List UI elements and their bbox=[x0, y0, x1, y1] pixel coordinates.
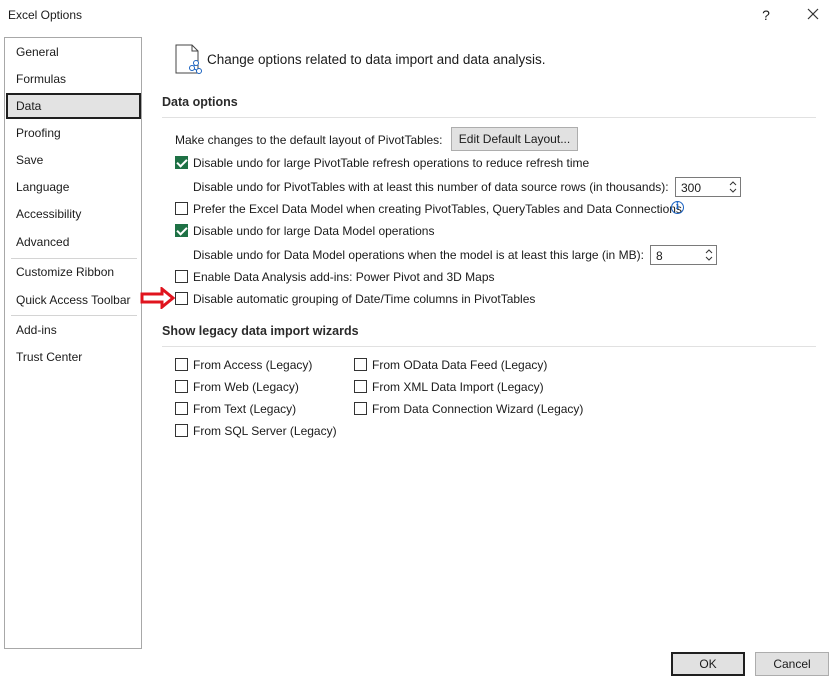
sidebar-item-accessibility[interactable]: Accessibility bbox=[5, 201, 141, 227]
pivot-rows-label: Disable undo for PivotTables with at lea… bbox=[193, 180, 669, 194]
prefer-data-model-checkbox[interactable] bbox=[175, 202, 188, 215]
sidebar-item-trust-center[interactable]: Trust Center bbox=[5, 344, 141, 370]
sidebar-item-add-ins[interactable]: Add-ins bbox=[5, 317, 141, 343]
from-access-label: From Access (Legacy) bbox=[193, 358, 313, 372]
annotation-arrow-icon bbox=[140, 287, 176, 309]
cancel-button[interactable]: Cancel bbox=[755, 652, 829, 676]
sidebar-item-language[interactable]: Language bbox=[5, 174, 141, 200]
sidebar-item-general[interactable]: General bbox=[5, 39, 141, 65]
sidebar-item-data[interactable]: Data bbox=[6, 93, 141, 119]
title-bar: Excel Options ? bbox=[0, 0, 837, 30]
info-icon[interactable]: i bbox=[671, 201, 684, 214]
sidebar-item-save[interactable]: Save bbox=[5, 147, 141, 173]
from-access-checkbox[interactable] bbox=[175, 358, 188, 371]
sidebar-item-advanced[interactable]: Advanced bbox=[5, 229, 141, 255]
window-title: Excel Options bbox=[8, 8, 83, 22]
sidebar: General Formulas Data Proofing Save Lang… bbox=[4, 37, 142, 649]
section-divider bbox=[162, 117, 816, 118]
sidebar-item-quick-access-toolbar[interactable]: Quick Access Toolbar bbox=[5, 287, 141, 313]
sidebar-item-proofing[interactable]: Proofing bbox=[5, 120, 141, 146]
from-sql-server-label: From SQL Server (Legacy) bbox=[193, 424, 337, 438]
from-data-connection-wizard-label: From Data Connection Wizard (Legacy) bbox=[372, 402, 584, 416]
close-button[interactable] bbox=[800, 4, 826, 26]
from-text-checkbox[interactable] bbox=[175, 402, 188, 415]
help-button[interactable]: ? bbox=[754, 4, 778, 26]
enable-addins-label: Enable Data Analysis add-ins: Power Pivo… bbox=[193, 270, 495, 284]
from-xml-checkbox[interactable] bbox=[354, 380, 367, 393]
disable-undo-pivot-checkbox[interactable] bbox=[175, 156, 188, 169]
prefer-data-model-label: Prefer the Excel Data Model when creatin… bbox=[193, 202, 682, 216]
pivot-rows-value: 300 bbox=[681, 181, 702, 195]
sidebar-divider bbox=[11, 315, 137, 316]
disable-grouping-label: Disable automatic grouping of Date/Time … bbox=[193, 292, 536, 306]
data-options-heading: Data options bbox=[162, 95, 238, 109]
spinner-arrows-icon[interactable] bbox=[704, 247, 714, 263]
from-web-label: From Web (Legacy) bbox=[193, 380, 299, 394]
edit-default-layout-button[interactable]: Edit Default Layout... bbox=[451, 127, 578, 151]
disable-undo-model-label: Disable undo for large Data Model operat… bbox=[193, 224, 435, 238]
close-icon bbox=[807, 8, 819, 20]
from-data-connection-wizard-checkbox[interactable] bbox=[354, 402, 367, 415]
disable-undo-pivot-label: Disable undo for large PivotTable refres… bbox=[193, 156, 590, 170]
model-size-value: 8 bbox=[656, 249, 663, 263]
model-size-label: Disable undo for Data Model operations w… bbox=[193, 248, 644, 262]
model-size-spinner[interactable]: 8 bbox=[650, 245, 717, 265]
legacy-wizards-heading: Show legacy data import wizards bbox=[162, 324, 359, 338]
enable-addins-checkbox[interactable] bbox=[175, 270, 188, 283]
from-odata-checkbox[interactable] bbox=[354, 358, 367, 371]
disable-undo-model-checkbox[interactable] bbox=[175, 224, 188, 237]
from-xml-label: From XML Data Import (Legacy) bbox=[372, 380, 544, 394]
from-odata-label: From OData Data Feed (Legacy) bbox=[372, 358, 548, 372]
from-web-checkbox[interactable] bbox=[175, 380, 188, 393]
from-text-label: From Text (Legacy) bbox=[193, 402, 297, 416]
page-description: Change options related to data import an… bbox=[207, 52, 546, 67]
sidebar-item-formulas[interactable]: Formulas bbox=[5, 66, 141, 92]
document-data-icon bbox=[175, 44, 202, 74]
ok-button[interactable]: OK bbox=[671, 652, 745, 676]
disable-grouping-checkbox[interactable] bbox=[175, 292, 188, 305]
pivot-rows-spinner[interactable]: 300 bbox=[675, 177, 741, 197]
section-divider bbox=[162, 346, 816, 347]
from-sql-server-checkbox[interactable] bbox=[175, 424, 188, 437]
spinner-arrows-icon[interactable] bbox=[728, 179, 738, 195]
sidebar-item-customize-ribbon[interactable]: Customize Ribbon bbox=[5, 259, 141, 285]
default-layout-label: Make changes to the default layout of Pi… bbox=[175, 133, 443, 147]
